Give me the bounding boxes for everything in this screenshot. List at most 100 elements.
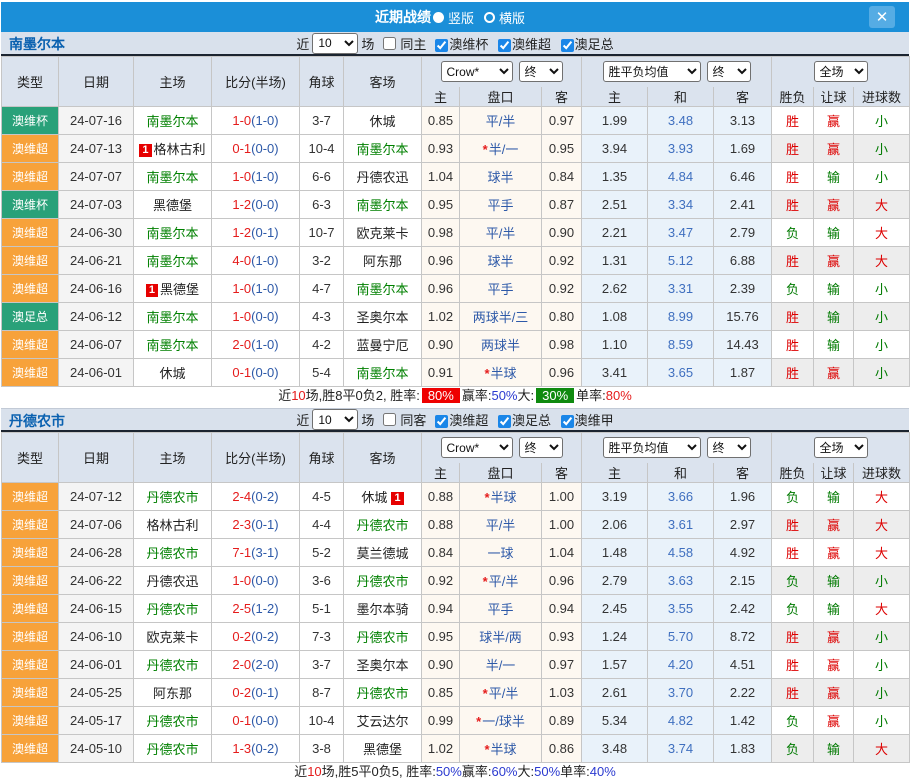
- scope-select[interactable]: 全场: [814, 61, 868, 82]
- match-date: 24-07-13: [59, 135, 134, 163]
- corner-count: 8-7: [300, 679, 344, 707]
- corner-count: 6-6: [300, 163, 344, 191]
- match-row: 澳维超 24-06-28 丹德农市 7-1(3-1) 5-2 莫兰德城 0.84…: [2, 539, 910, 567]
- filter-bar: 丹德农市 近 10 场 同客 澳维超 澳足总 澳维甲: [1, 408, 909, 432]
- bookmaker-select[interactable]: Crow*: [441, 437, 513, 458]
- odds-stage-select[interactable]: 终: [519, 437, 563, 458]
- away-team: 休城: [369, 114, 395, 129]
- avg-odds-select[interactable]: 胜平负均值: [603, 61, 701, 82]
- match-type-badge: 澳维杯: [2, 107, 59, 135]
- avg-odds-away: 8.72: [714, 623, 772, 651]
- same-venue-checkbox[interactable]: [383, 37, 396, 50]
- avg-odds-home: 3.48: [582, 735, 648, 763]
- league-filter-checkbox[interactable]: [561, 39, 574, 52]
- match-date: 24-06-07: [59, 331, 134, 359]
- avg-odds-home: 2.61: [582, 679, 648, 707]
- handicap-line-cell: 平/半: [460, 219, 542, 247]
- handicap-odds-home: 0.84: [422, 539, 460, 567]
- away-team-cell: 莫兰德城: [344, 539, 422, 567]
- avg-odds-select[interactable]: 胜平负均值: [603, 437, 701, 458]
- dialog-title: 近期战绩: [375, 7, 431, 27]
- away-team-cell: 墨尔本骑: [344, 595, 422, 623]
- result-handicap: 输: [814, 303, 854, 331]
- recent-count-select[interactable]: 10: [312, 409, 358, 430]
- match-type-badge: 澳维杯: [2, 191, 59, 219]
- col-date: 日期: [59, 433, 134, 483]
- away-team-cell: 圣奥尔本: [344, 651, 422, 679]
- home-team: 丹德农市: [146, 546, 198, 561]
- league-filter-checkbox[interactable]: [561, 415, 574, 428]
- handicap-line: 平/半: [489, 574, 519, 589]
- avg-odds-home: 2.06: [582, 511, 648, 539]
- match-type-badge: 澳维超: [2, 707, 59, 735]
- corner-count: 10-4: [300, 135, 344, 163]
- corner-count: 4-2: [300, 331, 344, 359]
- handicap-line-cell: *一/球半: [460, 707, 542, 735]
- league-filter-checkbox[interactable]: [435, 39, 448, 52]
- handicap-star-icon: *: [483, 142, 488, 157]
- league-filter-checkbox[interactable]: [435, 415, 448, 428]
- same-venue-checkbox[interactable]: [383, 413, 396, 426]
- handicap-odds-away: 0.80: [542, 303, 582, 331]
- result-goals: 小: [854, 275, 910, 303]
- corner-count: 4-4: [300, 511, 344, 539]
- away-team-cell: 南墨尔本: [344, 135, 422, 163]
- bookmaker-select[interactable]: Crow*: [441, 61, 513, 82]
- recent-count-select[interactable]: 10: [312, 33, 358, 54]
- avg-stage-select[interactable]: 终: [707, 437, 751, 458]
- match-score: 1-0(1-0): [212, 107, 300, 135]
- avg-odds-draw: 3.70: [648, 679, 714, 707]
- close-button[interactable]: ✕: [869, 6, 895, 28]
- away-team-cell: 丹德农市: [344, 679, 422, 707]
- home-team-cell: 欧克莱卡: [134, 623, 212, 651]
- league-filter-checkbox[interactable]: [498, 415, 511, 428]
- col-date: 日期: [59, 57, 134, 107]
- layout-radio-horizontal[interactable]: 横版: [484, 8, 525, 27]
- scope-select[interactable]: 全场: [814, 437, 868, 458]
- match-date: 24-06-30: [59, 219, 134, 247]
- match-date: 24-05-17: [59, 707, 134, 735]
- odds-stage-select[interactable]: 终: [519, 61, 563, 82]
- games-label: 场: [361, 34, 374, 53]
- result-outcome: 负: [772, 219, 814, 247]
- away-team-cell: 阿东那: [344, 247, 422, 275]
- match-score: 2-3(0-1): [212, 511, 300, 539]
- avg-odds-home: 3.94: [582, 135, 648, 163]
- home-team-cell: 1黑德堡: [134, 275, 212, 303]
- avg-stage-select[interactable]: 终: [707, 61, 751, 82]
- match-row: 澳维超 24-07-13 1格林古利 0-1(0-0) 10-4 南墨尔本 0.…: [2, 135, 910, 163]
- handicap-star-icon: *: [484, 366, 489, 381]
- match-score: 2-4(0-2): [212, 483, 300, 511]
- corner-count: 5-2: [300, 539, 344, 567]
- match-type-badge: 澳维超: [2, 595, 59, 623]
- halftime-score: (0-0): [251, 141, 278, 156]
- away-team: 蓝曼宁厄: [356, 338, 408, 353]
- handicap-odds-away: 0.84: [542, 163, 582, 191]
- summary-part: 大:: [518, 388, 535, 403]
- match-type-badge: 澳维超: [2, 275, 59, 303]
- handicap-line-cell: 半/一: [460, 651, 542, 679]
- handicap-odds-home: 0.94: [422, 595, 460, 623]
- handicap-odds-away: 0.92: [542, 275, 582, 303]
- col-away: 客场: [344, 433, 422, 483]
- result-handicap: 输: [814, 275, 854, 303]
- handicap-line: 平/半: [489, 686, 519, 701]
- match-type-badge: 澳维超: [2, 567, 59, 595]
- avg-odds-draw: 4.20: [648, 651, 714, 679]
- league-filter-checkbox[interactable]: [498, 39, 511, 52]
- home-team: 南墨尔本: [146, 226, 198, 241]
- result-handicap: 输: [814, 735, 854, 763]
- col-avg-away: 客: [714, 87, 772, 107]
- result-outcome: 负: [772, 707, 814, 735]
- fulltime-score: 7-1: [232, 545, 251, 560]
- away-team-cell: 丹德农市: [344, 511, 422, 539]
- layout-radio-vertical[interactable]: 竖版: [433, 8, 474, 27]
- col-score: 比分(半场): [212, 433, 300, 483]
- result-goals: 小: [854, 567, 910, 595]
- match-score: 2-0(2-0): [212, 651, 300, 679]
- summary-part: 80%: [606, 388, 632, 403]
- away-team-cell: 丹德农迅: [344, 163, 422, 191]
- away-team-cell: 南墨尔本: [344, 359, 422, 387]
- result-outcome: 负: [772, 595, 814, 623]
- result-goals: 小: [854, 359, 910, 387]
